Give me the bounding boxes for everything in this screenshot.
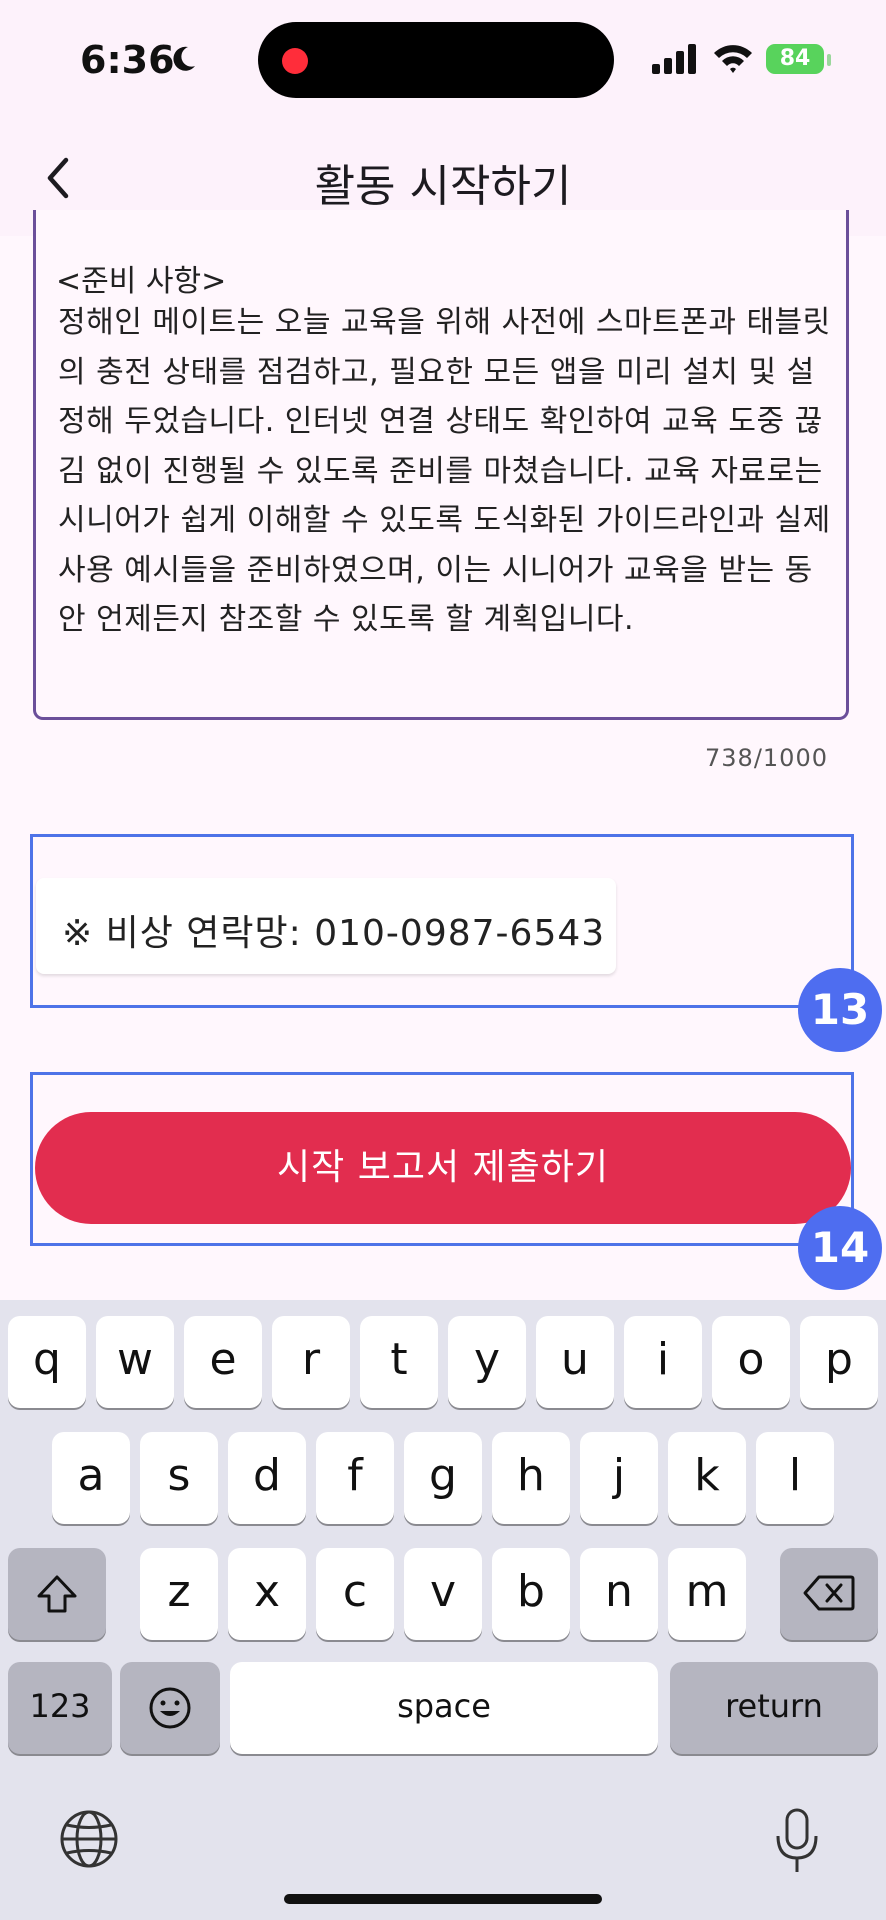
cellular-signal-icon: [652, 44, 696, 74]
key-g[interactable]: g: [404, 1432, 482, 1524]
section-label-partial: <준비 사항>: [56, 264, 227, 299]
status-bar: 6:36 84: [0, 0, 886, 120]
key-y[interactable]: y: [448, 1316, 526, 1408]
moon-icon: [173, 46, 195, 71]
globe-icon[interactable]: [58, 1808, 120, 1870]
status-time: 6:36: [80, 38, 175, 82]
key-d[interactable]: d: [228, 1432, 306, 1524]
battery-icon: 84: [766, 44, 824, 74]
key-k[interactable]: k: [668, 1432, 746, 1524]
key-r[interactable]: r: [272, 1316, 350, 1408]
battery-tip: [827, 54, 831, 66]
shift-key[interactable]: [8, 1548, 106, 1640]
key-e[interactable]: e: [184, 1316, 262, 1408]
key-t[interactable]: t: [360, 1316, 438, 1408]
return-key[interactable]: return: [670, 1662, 878, 1754]
key-j[interactable]: j: [580, 1432, 658, 1524]
key-o[interactable]: o: [712, 1316, 790, 1408]
key-i[interactable]: i: [624, 1316, 702, 1408]
key-p[interactable]: p: [800, 1316, 878, 1408]
character-counter: 738/1000: [705, 744, 828, 772]
page-title: 활동 시작하기: [314, 161, 572, 212]
key-a[interactable]: a: [52, 1432, 130, 1524]
key-w[interactable]: w: [96, 1316, 174, 1408]
report-text[interactable]: 정해인 메이트는 오늘 교육을 위해 사전에 스마트폰과 태블릿의 충전 상태를…: [58, 298, 838, 645]
key-n[interactable]: n: [580, 1548, 658, 1640]
home-indicator: [284, 1894, 602, 1904]
key-l[interactable]: l: [756, 1432, 834, 1524]
emergency-contact-text: ※ 비상 연락망: 010-0987-6543: [62, 913, 606, 954]
key-s[interactable]: s: [140, 1432, 218, 1524]
emoji-key[interactable]: [120, 1662, 220, 1754]
key-u[interactable]: u: [536, 1316, 614, 1408]
key-m[interactable]: m: [668, 1548, 746, 1640]
key-f[interactable]: f: [316, 1432, 394, 1524]
recording-indicator-icon: [282, 48, 308, 74]
backspace-key[interactable]: [780, 1548, 878, 1640]
backspace-icon: [803, 1575, 855, 1611]
key-q[interactable]: q: [8, 1316, 86, 1408]
shift-icon: [37, 1575, 77, 1613]
numbers-key[interactable]: 123: [8, 1662, 112, 1754]
submit-report-button[interactable]: 시작 보고서 제출하기: [35, 1112, 851, 1224]
space-key[interactable]: space: [230, 1662, 658, 1754]
annotation-badge-14: 14: [798, 1206, 882, 1290]
key-b[interactable]: b: [492, 1548, 570, 1640]
emoji-icon: [149, 1687, 191, 1729]
annotation-badge-13: 13: [798, 968, 882, 1052]
dynamic-island: [258, 22, 614, 98]
key-z[interactable]: z: [140, 1548, 218, 1640]
emergency-contact-chip[interactable]: ※ 비상 연락망: 010-0987-6543: [36, 878, 616, 974]
key-c[interactable]: c: [316, 1548, 394, 1640]
key-h[interactable]: h: [492, 1432, 570, 1524]
key-x[interactable]: x: [228, 1548, 306, 1640]
wifi-icon: [714, 45, 752, 73]
microphone-icon[interactable]: [772, 1806, 822, 1876]
key-v[interactable]: v: [404, 1548, 482, 1640]
